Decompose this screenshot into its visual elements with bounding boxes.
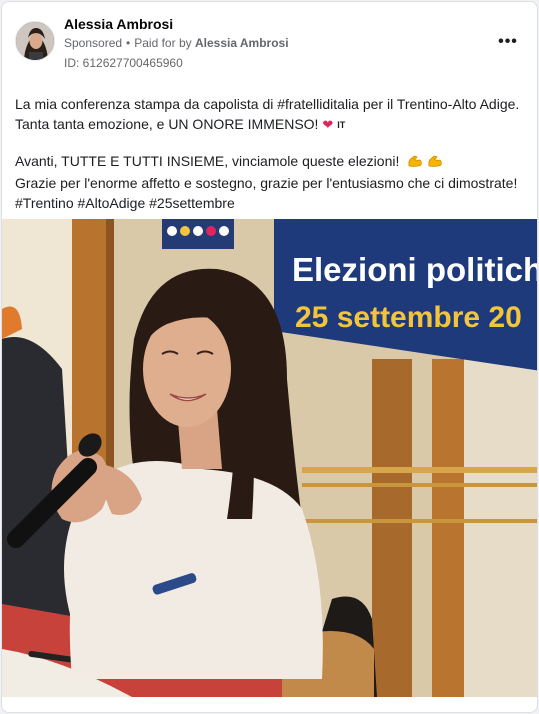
more-options-button[interactable]: •••	[494, 30, 522, 54]
post-text: La mia conferenza stampa da capolista di…	[15, 94, 531, 213]
ad-id: ID: 612627700465960	[64, 56, 183, 70]
language-flag: IT	[337, 120, 346, 130]
banner-line-1: Elezioni politiche	[292, 251, 538, 288]
avatar-icon	[16, 22, 54, 60]
post-text-line: Avanti, TUTTE E TUTTI INSIEME, vinciamol…	[15, 151, 531, 173]
paid-for-by-name[interactable]: Alessia Ambrosi	[195, 36, 289, 50]
press-conference-photo: Elezioni politiche 25 settembre 20	[2, 219, 538, 697]
flexed-biceps-icon	[407, 153, 423, 173]
meta-separator: •	[126, 36, 131, 50]
heart-icon: ❤	[322, 117, 334, 132]
post-text-line: La mia conferenza stampa da capolista di…	[15, 96, 520, 112]
sponsored-meta: Sponsored • Paid for by Alessia Ambrosi	[64, 36, 289, 50]
post-header: Alessia Ambrosi Sponsored • Paid for by Al…	[2, 2, 537, 82]
paid-for-by-prefix: Paid for by	[134, 36, 192, 50]
author-name[interactable]: Alessia Ambrosi	[64, 16, 173, 32]
more-dots-icon: •••	[498, 33, 518, 50]
flexed-biceps-icon	[427, 153, 443, 173]
post-photo[interactable]: Elezioni politiche 25 settembre 20	[2, 219, 538, 697]
post-text-line: Grazie per l'enorme affetto e sostegno, …	[15, 175, 518, 191]
post-text-hashtags[interactable]: #Trentino #AltoAdige #25settembre	[15, 193, 531, 213]
avatar[interactable]	[15, 21, 55, 61]
sponsored-label: Sponsored	[64, 36, 123, 50]
sponsored-post-card: Alessia Ambrosi Sponsored • Paid for by Al…	[1, 1, 538, 713]
post-text-line: Tanta tanta emozione, e UN ONORE IMMENSO…	[15, 116, 346, 132]
banner-line-2: 25 settembre 20	[295, 301, 522, 334]
